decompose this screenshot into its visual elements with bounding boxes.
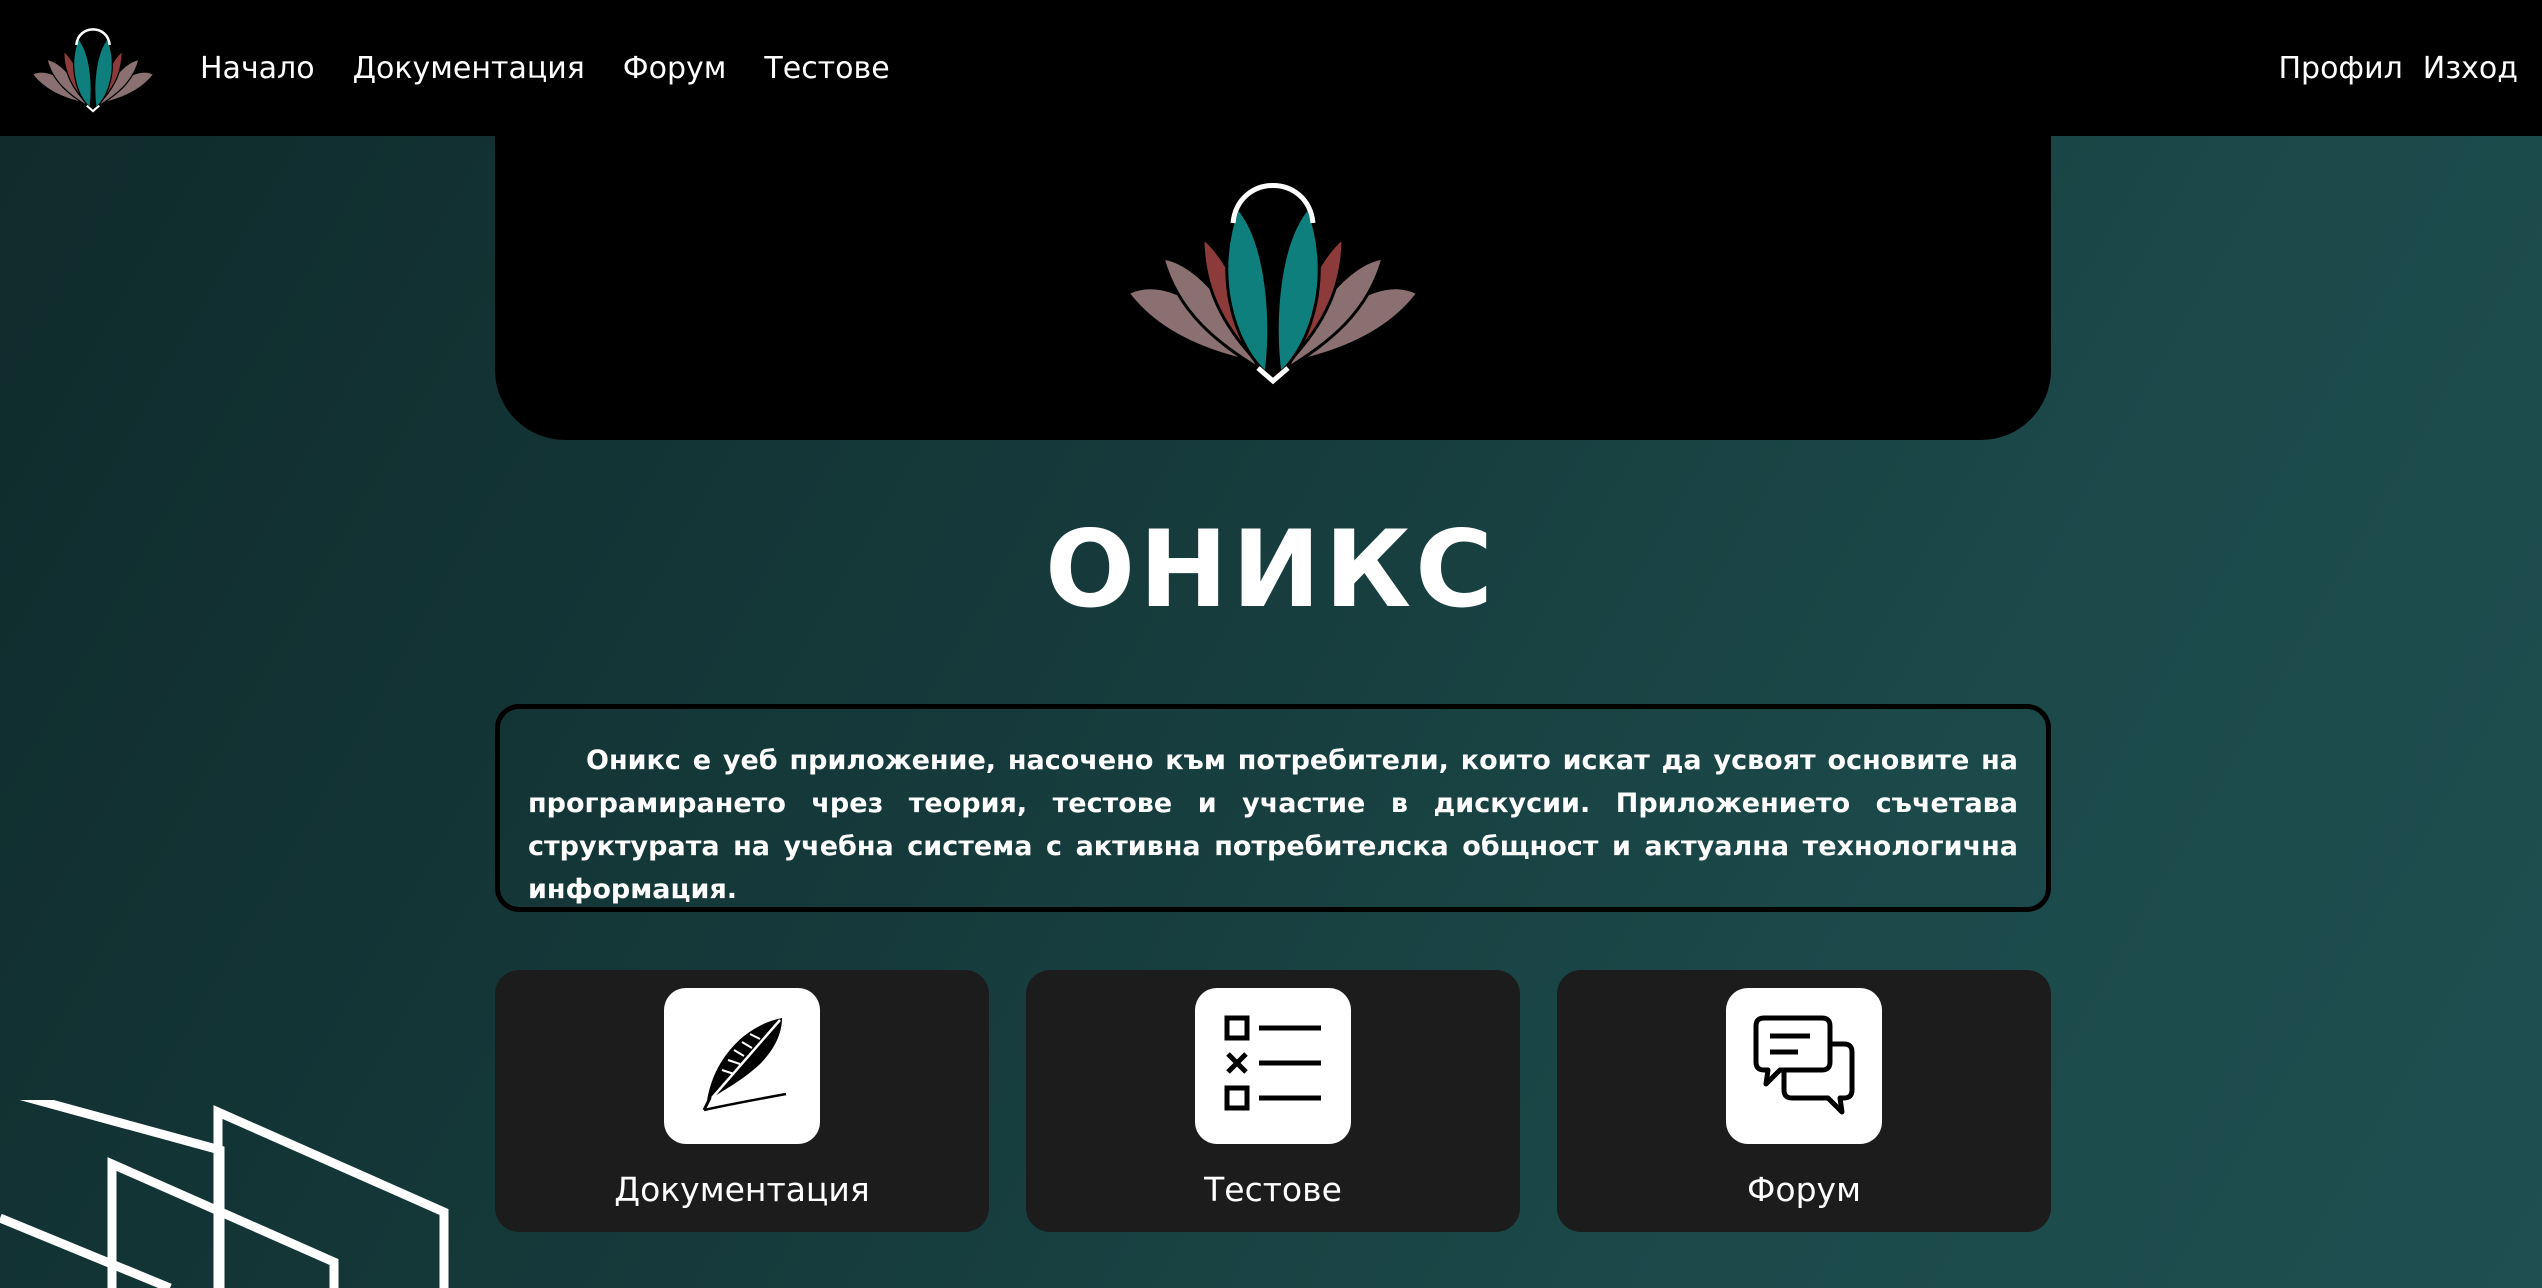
nav-link-tests[interactable]: Тестове (764, 51, 889, 86)
chat-bubbles-icon (1753, 1015, 1855, 1115)
page-title: ОНИКС (1045, 508, 1497, 631)
card-icon-container (1726, 988, 1882, 1144)
nav-link-forum[interactable]: Форум (623, 51, 727, 86)
lotus-hero-logo-icon (1125, 183, 1421, 385)
nav-link-profile[interactable]: Профил (2278, 51, 2402, 86)
nav-link-logout[interactable]: Изход (2423, 51, 2518, 86)
description-box: Оникс е уеб приложение, насочено към пот… (495, 704, 2051, 912)
card-documentation[interactable]: Документация (495, 970, 989, 1232)
decorative-lines (0, 1100, 449, 1288)
card-icon-container (1195, 988, 1351, 1144)
nav-links: Начало Документация Форум Тестове (200, 51, 928, 86)
hero-logo-panel (495, 136, 2051, 440)
card-label-documentation: Документация (614, 1170, 870, 1209)
checklist-icon (1224, 1015, 1321, 1111)
feature-cards: Документация Тестове Форум (495, 970, 2051, 1232)
nav-link-documentation[interactable]: Документация (353, 51, 585, 86)
card-label-forum: Форум (1747, 1170, 1861, 1209)
nav-user-links: Профил Изход (2258, 51, 2518, 86)
top-navbar: Начало Документация Форум Тестове Профил… (0, 0, 2542, 136)
card-label-tests: Тестове (1204, 1170, 1342, 1209)
quill-icon (702, 1018, 787, 1112)
description-text: Оникс е уеб приложение, насочено към пот… (528, 745, 2018, 905)
card-forum[interactable]: Форум (1557, 970, 2051, 1232)
nav-link-home[interactable]: Начало (200, 51, 315, 86)
card-icon-container (664, 988, 820, 1144)
card-tests[interactable]: Тестове (1026, 970, 1520, 1232)
lotus-logo-icon[interactable] (24, 18, 162, 118)
